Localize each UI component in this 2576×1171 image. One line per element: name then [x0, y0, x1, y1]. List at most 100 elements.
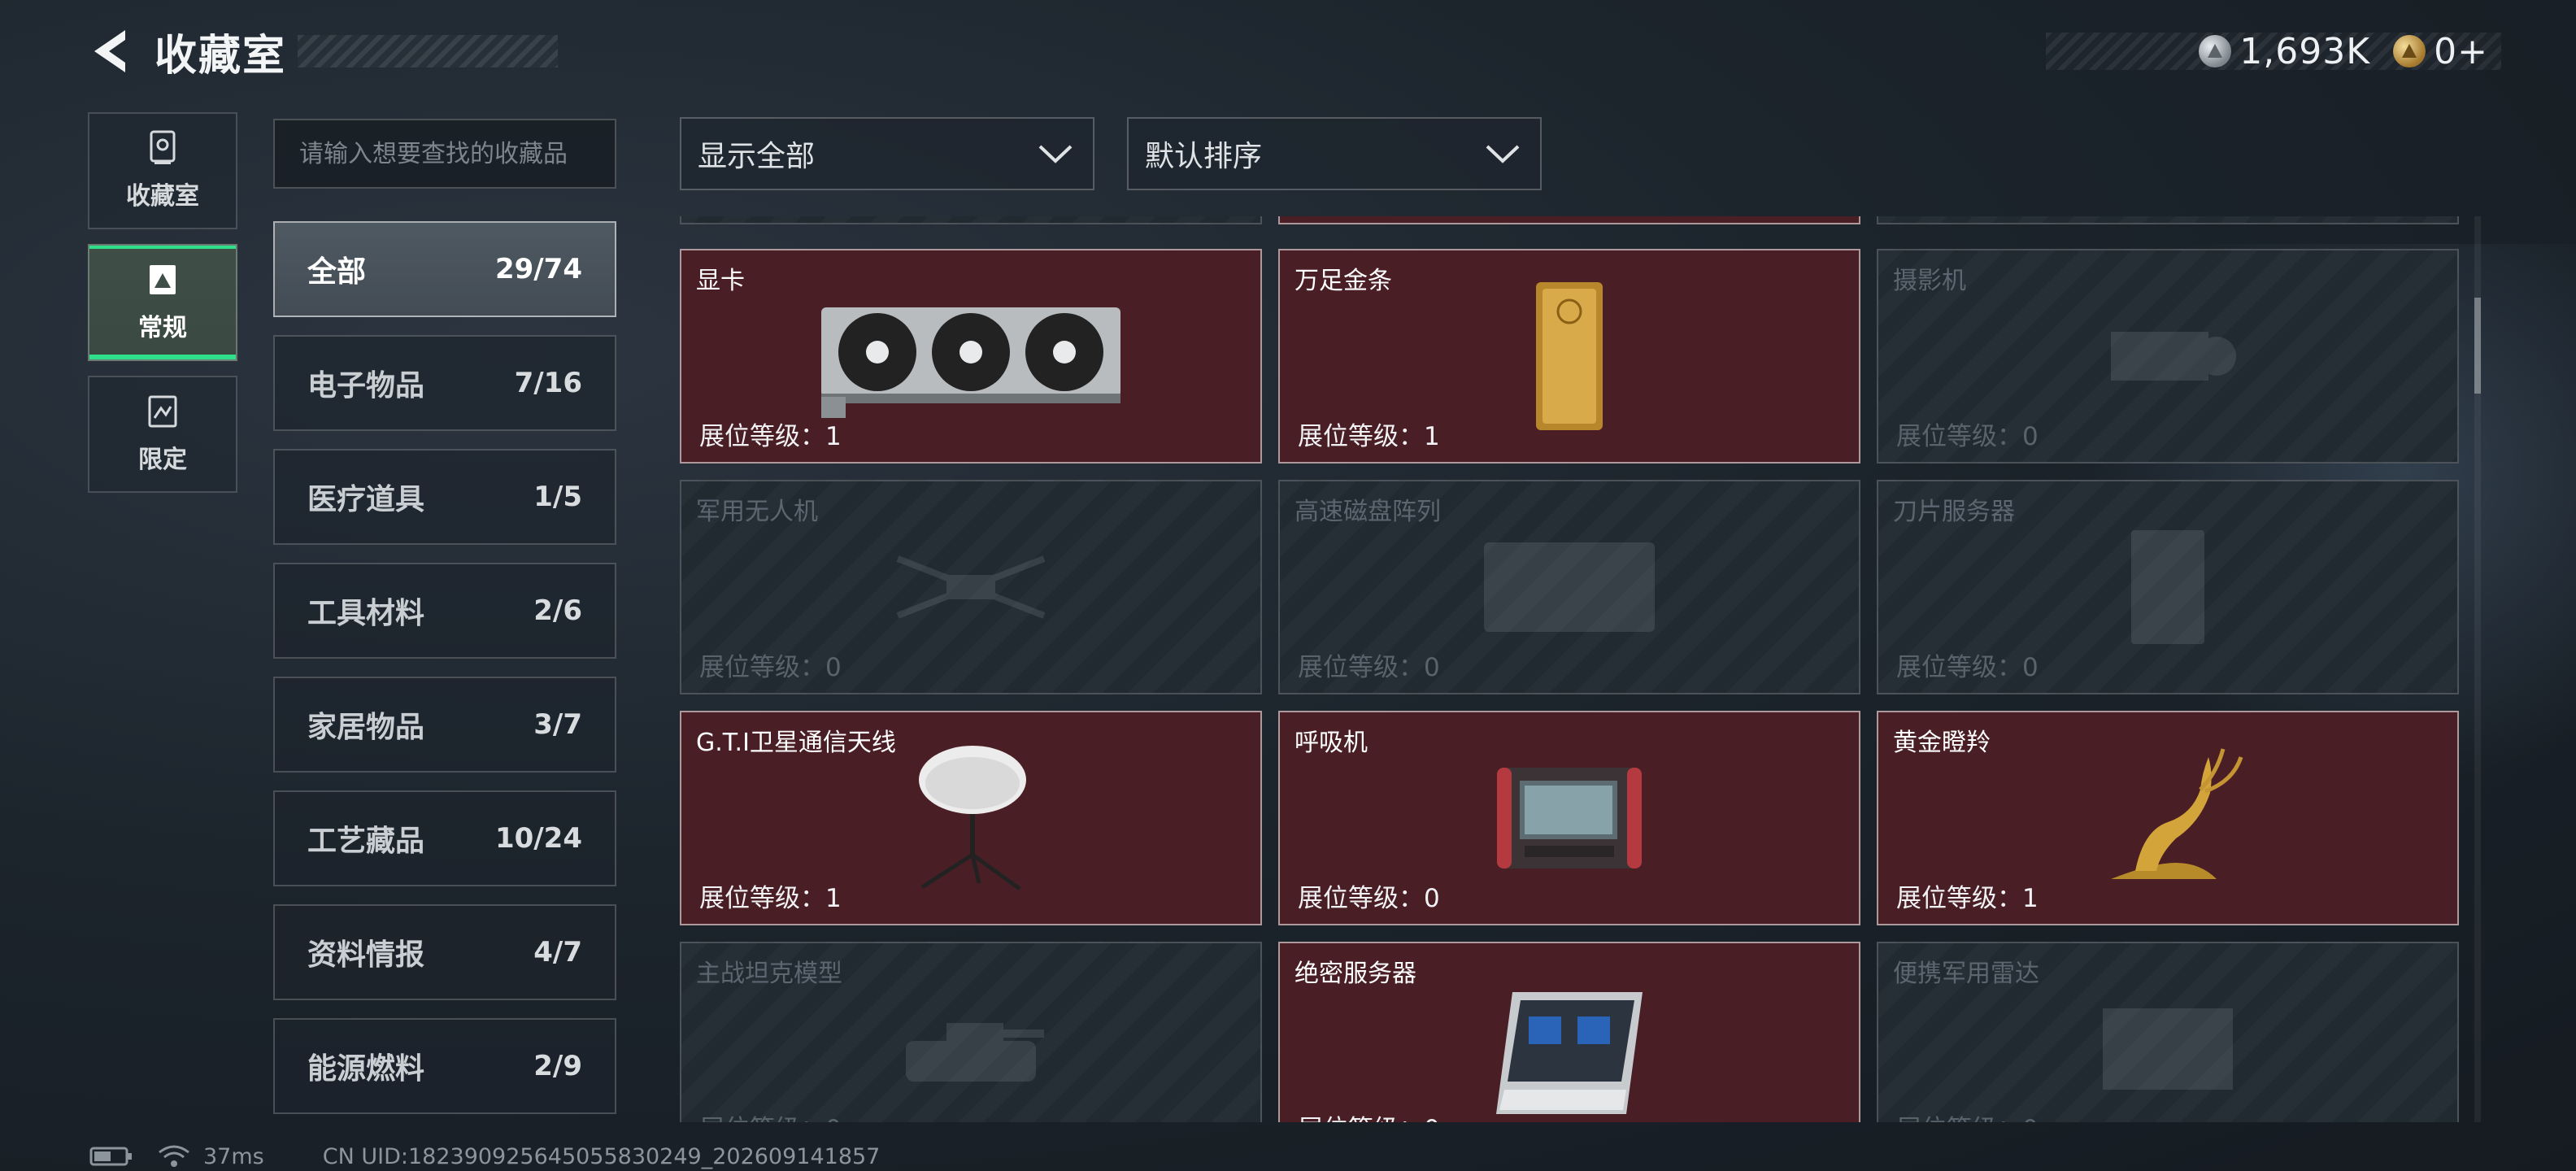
level-label: 展位等级：	[1298, 422, 1424, 451]
level-value: 0	[2022, 422, 2039, 451]
category-all[interactable]: 全部 29/74	[273, 221, 616, 317]
collection-card-top-secret-server[interactable]: 绝密服务器 展位等级：0	[1278, 942, 1860, 1122]
category-name: 资料情报	[307, 938, 425, 972]
silver-coin-icon	[2199, 35, 2232, 67]
nav-item-regular[interactable]: 常规	[88, 244, 237, 361]
display-level: 展位等级：1	[1298, 416, 1440, 452]
category-count: 1/5	[533, 481, 582, 513]
level-label: 展位等级：	[699, 422, 825, 451]
item-name: 显卡	[696, 267, 745, 295]
category-tools[interactable]: 工具材料 2/6	[273, 563, 616, 659]
blade-server-icon	[2131, 530, 2204, 644]
level-value: 0	[1424, 1115, 1440, 1122]
level-value: 1	[825, 422, 842, 451]
level-label: 展位等级：	[1896, 653, 2022, 682]
collection-card-portable-radar[interactable]: 便携军用雷达 展位等级：0	[1877, 942, 2459, 1122]
title-bar: 收藏室	[86, 27, 559, 81]
collection-card-satellite-antenna[interactable]: G.T.I卫星通信天线 展位等级：1	[680, 711, 1262, 925]
display-level: 展位等级：0	[699, 646, 842, 683]
display-level: 展位等级：0	[699, 1108, 842, 1122]
nav-item-collection-room[interactable]: 收藏室	[88, 112, 237, 229]
gold-coin-icon	[2393, 35, 2426, 67]
wifi-icon	[159, 1145, 189, 1167]
disk-array-icon	[1484, 542, 1655, 632]
nav-item-limited[interactable]: 限定	[88, 376, 237, 493]
collection-card-camera[interactable]: 摄影机 展位等级：0	[1877, 249, 2459, 464]
chevron-down-icon	[1038, 145, 1073, 163]
level-value: 0	[825, 1115, 842, 1122]
nav-label: 收藏室	[126, 182, 199, 211]
server-icon	[1496, 992, 1643, 1114]
ping-value: 37ms	[203, 1143, 264, 1169]
level-value: 0	[2022, 653, 2039, 682]
collection-card-gold-bar[interactable]: 万足金条 展位等级：1	[1278, 249, 1860, 464]
item-name: 高速磁盘阵列	[1295, 498, 1441, 526]
collection-card-blade-server[interactable]: 刀片服务器 展位等级：0	[1877, 480, 2459, 694]
category-count: 29/74	[494, 253, 582, 285]
level-value: 1	[2022, 884, 2039, 913]
currency-bar: 1,693K 0+	[2046, 30, 2501, 72]
level-value: 1	[1424, 422, 1440, 451]
display-level: 展位等级：1	[699, 877, 842, 914]
level-value: 0	[2022, 1115, 2039, 1122]
category-count: 7/16	[514, 367, 582, 399]
partial-card	[680, 216, 1262, 224]
category-crafts[interactable]: 工艺藏品 10/24	[273, 790, 616, 886]
collection-card-military-drone[interactable]: 军用无人机 展位等级：0	[680, 480, 1262, 694]
silver-currency-value: 1,693K	[2239, 30, 2371, 72]
ventilator-icon	[1497, 768, 1642, 868]
display-level: 展位等级：0	[1896, 416, 2039, 452]
item-name: 主战坦克模型	[696, 960, 842, 988]
category-count: 3/7	[533, 708, 582, 741]
collection-card-tank-model[interactable]: 主战坦克模型 展位等级：0	[680, 942, 1262, 1122]
sort-dropdown[interactable]: 默认排序	[1127, 117, 1542, 190]
uid-text: CN UID:182390925645055830249_20260914185…	[322, 1143, 881, 1169]
frame-icon	[150, 265, 176, 294]
title-decoration	[298, 35, 559, 67]
tank-model-icon	[906, 1023, 1044, 1082]
item-name: 黄金瞪羚	[1893, 729, 1991, 757]
filter-label: 显示全部	[698, 140, 816, 173]
level-label: 展位等级：	[1298, 884, 1424, 913]
category-medical[interactable]: 医疗道具 1/5	[273, 449, 616, 545]
category-count: 2/9	[533, 1050, 582, 1082]
item-name: 军用无人机	[696, 498, 818, 526]
search-input[interactable]	[273, 119, 616, 189]
category-name: 能源燃料	[307, 1052, 425, 1086]
back-arrow-icon	[94, 30, 125, 72]
graphics-card-icon	[821, 307, 1120, 418]
scrollbar-thumb[interactable]	[2474, 298, 2481, 394]
level-label: 展位等级：	[1298, 653, 1424, 682]
item-name: 刀片服务器	[1893, 498, 2015, 526]
gold-currency-value: 0+	[2434, 30, 2488, 72]
category-name: 工艺藏品	[307, 825, 425, 858]
camera-icon	[2111, 332, 2236, 381]
level-label: 展位等级：	[1896, 1115, 2022, 1122]
display-level: 展位等级：0	[1298, 877, 1440, 914]
trophy-cabinet-icon	[150, 130, 176, 164]
collection-card-graphics-card[interactable]: 显卡 展位等级：1	[680, 249, 1262, 464]
back-button[interactable]	[86, 27, 135, 76]
filter-dropdown[interactable]: 显示全部	[680, 117, 1094, 190]
category-household[interactable]: 家居物品 3/7	[273, 677, 616, 773]
collection-card-disk-array[interactable]: 高速磁盘阵列 展位等级：0	[1278, 480, 1860, 694]
collection-grid: 显卡 展位等级：1 万足金条 展位等级：1 摄影机 展位等级：0 军用无人机 展…	[680, 216, 2461, 1122]
category-intel[interactable]: 资料情报 4/7	[273, 904, 616, 1000]
status-bar: 37ms CN UID:182390925645055830249_202609…	[89, 1142, 880, 1171]
display-level: 展位等级：1	[1896, 877, 2039, 914]
grid-scrollbar[interactable]	[2474, 216, 2481, 1122]
level-label: 展位等级：	[1298, 1115, 1424, 1122]
collection-card-golden-gazelle[interactable]: 黄金瞪羚 展位等级：1	[1877, 711, 2459, 925]
nav-label: 限定	[138, 446, 187, 474]
category-list: 全部 29/74 电子物品 7/16 医疗道具 1/5 工具材料 2/6 家居物…	[273, 221, 616, 1132]
category-name: 电子物品	[307, 369, 425, 403]
level-value: 0	[1424, 884, 1440, 913]
category-electronics[interactable]: 电子物品 7/16	[273, 335, 616, 431]
side-nav: 收藏室 常规 限定	[88, 112, 237, 507]
level-value: 0	[1424, 653, 1440, 682]
golden-gazelle-icon	[2111, 748, 2243, 879]
category-name: 全部	[307, 255, 367, 289]
category-energy[interactable]: 能源燃料 2/9	[273, 1018, 616, 1114]
page-title: 收藏室	[154, 31, 287, 81]
collection-card-ventilator[interactable]: 呼吸机 展位等级：0	[1278, 711, 1860, 925]
